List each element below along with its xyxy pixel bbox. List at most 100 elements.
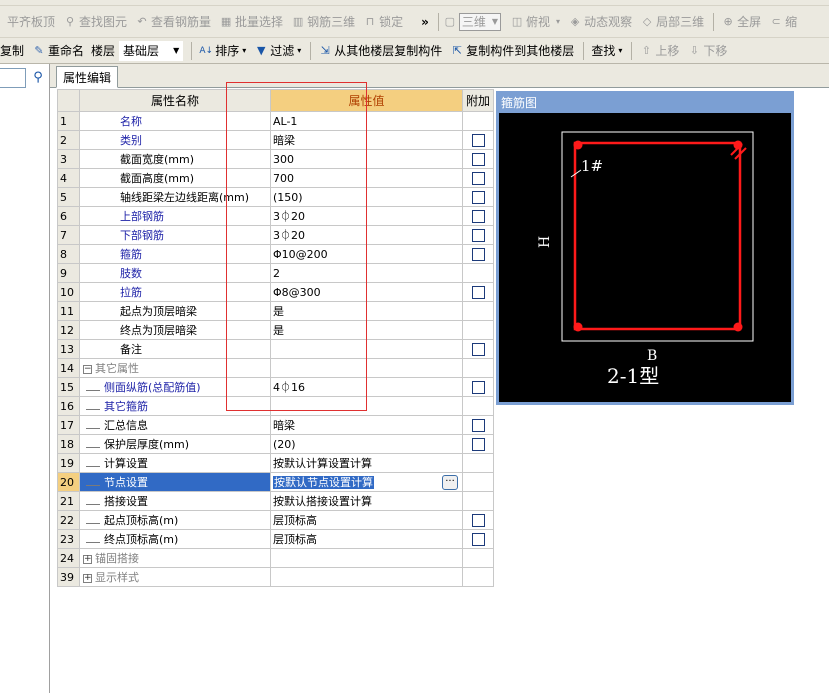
table-row[interactable]: 39 + 显示样式 [57,567,494,587]
extra-checkbox[interactable] [471,228,485,242]
zoom-button[interactable]: ⊂ 缩 [766,11,800,33]
property-value-cell[interactable] [270,548,463,568]
property-name-cell[interactable]: 终点为顶层暗梁 [79,320,271,340]
find-element-button[interactable]: ⚲ 查找图元 [60,11,130,33]
find-button[interactable]: 查找 ▾ [588,40,625,62]
extra-checkbox[interactable] [471,437,485,451]
table-row[interactable]: 8 箍筋 Φ10@200 [57,244,494,264]
expand-icon[interactable]: + [83,554,92,564]
view-rebar-button[interactable]: ↶ 查看钢筋量 [132,11,214,33]
table-row[interactable]: 24 + 锚固搭接 [57,548,494,568]
property-value-cell[interactable]: 3⏀20 [270,225,463,245]
extra-checkbox[interactable] [471,285,485,299]
table-row[interactable]: 12 终点为顶层暗梁 是 [57,320,494,340]
extra-checkbox[interactable] [471,152,485,166]
sort-button[interactable]: A↓ 排序 ▾ [196,40,249,62]
property-value-cell[interactable]: 暗梁 [270,130,463,150]
fullscreen-button[interactable]: ⊕ 全屏 [718,11,764,33]
property-name-cell[interactable]: 截面高度(mm) [79,168,271,188]
tab-property-editor[interactable]: 属性编辑 [56,66,119,88]
extra-checkbox[interactable] [471,418,485,432]
extra-checkbox[interactable] [471,247,485,261]
property-value-cell[interactable]: 暗梁 [270,415,463,435]
property-value-cell[interactable]: 是 [270,320,463,340]
property-value-cell[interactable]: 2 [270,263,463,283]
property-name-cell[interactable]: 下部钢筋 [79,225,271,245]
property-value-cell[interactable] [270,396,463,416]
property-value-cell[interactable]: 按默认计算设置计算 [270,453,463,473]
table-row[interactable]: 6 上部钢筋 3⏀20 [57,206,494,226]
table-row[interactable]: 23 终点顶标高(m) 层顶标高 [57,529,494,549]
property-name-cell[interactable]: 轴线距梁左边线距离(mm) [79,187,271,207]
property-name-cell[interactable]: 类别 [79,130,271,150]
table-row[interactable]: 3 截面宽度(mm) 300 [57,149,494,169]
property-name-cell[interactable]: − 其它属性 [79,358,271,378]
property-value-cell[interactable]: (20) [270,434,463,454]
property-name-cell[interactable]: 备注 [79,339,271,359]
table-row[interactable]: 1 名称 AL-1 [57,111,494,131]
overflow-button[interactable]: » [418,11,432,33]
property-value-cell[interactable]: 层顶标高 [270,529,463,549]
search-icon[interactable]: ⚲ [30,70,46,86]
floor-select[interactable]: 基础层 ▼ [119,40,184,61]
search-input[interactable] [0,68,26,88]
view-mode-combo[interactable]: 三维 ▼ [458,12,502,31]
property-value-cell[interactable]: (150) [270,187,463,207]
property-name-cell[interactable]: 汇总信息 [79,415,271,435]
property-name-cell[interactable]: 上部钢筋 [79,206,271,226]
property-value-cell[interactable] [270,358,463,378]
collapse-icon[interactable]: − [83,364,92,374]
property-value-cell[interactable]: Φ8@300 [270,282,463,302]
property-name-header[interactable]: 属性名称 [79,89,271,112]
property-value-cell[interactable]: 4⏀16 [270,377,463,397]
table-row[interactable]: 9 肢数 2 [57,263,494,283]
extra-checkbox[interactable] [471,209,485,223]
property-value-cell[interactable]: Φ10@200 [270,244,463,264]
table-row[interactable]: 2 类别 暗梁 [57,130,494,150]
table-row[interactable]: 20 节点设置 按默认节点设置计算 ··· [57,472,494,492]
table-row[interactable]: 15 侧面纵筋(总配筋值) 4⏀16 [57,377,494,397]
extra-checkbox[interactable] [471,133,485,147]
table-row[interactable]: 5 轴线距梁左边线距离(mm) (150) [57,187,494,207]
property-value-cell[interactable]: 是 [270,301,463,321]
extra-checkbox[interactable] [471,532,485,546]
table-row[interactable]: 11 起点为顶层暗梁 是 [57,301,494,321]
extra-checkbox[interactable] [471,342,485,356]
copy-from-floor-button[interactable]: ⇲ 从其他楼层复制构件 [315,40,445,62]
property-name-cell[interactable]: 其它箍筋 [79,396,271,416]
table-row[interactable]: 17 汇总信息 暗梁 [57,415,494,435]
rename-button[interactable]: ✎ 重命名 [29,40,87,62]
property-name-cell[interactable]: 起点顶标高(m) [79,510,271,530]
copy-button[interactable]: 复制 [0,40,27,62]
rebar-3d-button[interactable]: ▥ 钢筋三维 [288,11,358,33]
property-name-cell[interactable]: + 锚固搭接 [79,548,271,568]
top-view-button[interactable]: ◫ 俯视 ▾ [507,11,563,33]
move-down-button[interactable]: ⇩ 下移 [684,40,730,62]
property-name-cell[interactable]: 起点为顶层暗梁 [79,301,271,321]
table-row[interactable]: 14− 其它属性 [57,358,494,378]
table-row[interactable]: 4 截面高度(mm) 700 [57,168,494,188]
property-value-cell[interactable] [270,567,463,587]
filter-button[interactable]: ▼ 过滤 ▾ [251,40,304,62]
property-name-cell[interactable]: 计算设置 [79,453,271,473]
table-row[interactable]: 21 搭接设置 按默认搭接设置计算 [57,491,494,511]
table-row[interactable]: 19 计算设置 按默认计算设置计算 [57,453,494,473]
property-value-cell[interactable]: AL-1 [270,111,463,131]
property-name-cell[interactable]: + 显示样式 [79,567,271,587]
table-row[interactable]: 16 其它箍筋 [57,396,494,416]
extra-checkbox[interactable] [471,380,485,394]
table-row[interactable]: 7 下部钢筋 3⏀20 [57,225,494,245]
property-name-cell[interactable]: 节点设置 [79,472,271,492]
property-value-cell[interactable]: 3⏀20 [270,206,463,226]
property-name-cell[interactable]: 箍筋 [79,244,271,264]
expand-icon[interactable]: + [83,573,92,583]
align-top-button[interactable]: 平齐板顶 [4,11,58,33]
table-row[interactable]: 13 备注 [57,339,494,359]
extra-header[interactable]: 附加 [462,89,494,112]
move-up-button[interactable]: ⇧ 上移 [636,40,682,62]
property-name-cell[interactable]: 侧面纵筋(总配筋值) [79,377,271,397]
property-value-cell[interactable]: 层顶标高 [270,510,463,530]
property-value-cell[interactable]: 按默认搭接设置计算 [270,491,463,511]
table-row[interactable]: 22 起点顶标高(m) 层顶标高 [57,510,494,530]
table-row[interactable]: 10 拉筋 Φ8@300 [57,282,494,302]
